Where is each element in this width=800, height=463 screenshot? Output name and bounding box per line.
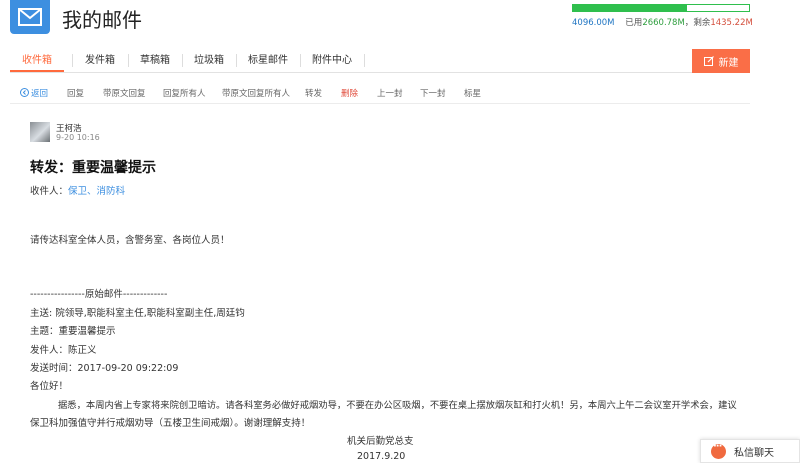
back-label: 返回 xyxy=(31,89,49,99)
tab-trash[interactable]: 垃圾箱 xyxy=(182,49,236,72)
tab-outbox[interactable]: 发件箱 xyxy=(72,49,128,72)
sender-avatar xyxy=(30,122,50,142)
quota-used-label: 已用 xyxy=(625,18,643,28)
quota-left-value: 1435.22M xyxy=(710,18,753,28)
reply-button[interactable]: 回复 xyxy=(67,87,84,99)
storage-quota: 4096.00M 已用2660.78M，剩余1435.22M xyxy=(572,4,753,28)
quota-left-label: 剩余 xyxy=(693,18,711,28)
sent-time: 9-20 10:16 xyxy=(56,133,100,142)
back-arrow-icon xyxy=(20,88,29,97)
tab-inbox[interactable]: 收件箱 xyxy=(10,49,64,72)
envelope-icon xyxy=(18,8,42,26)
app-title: 我的邮件 xyxy=(62,8,142,32)
quota-used-value: 2660.78M xyxy=(642,18,685,28)
quota-bar xyxy=(572,4,750,12)
reply-all-with-original-button[interactable]: 带原文回复所有人 xyxy=(222,87,290,99)
prev-mail-button[interactable]: 上一封 xyxy=(377,87,403,99)
chat-bubble-icon xyxy=(711,441,726,459)
compose-icon xyxy=(703,56,714,66)
private-chat-button[interactable]: 私信聊天 xyxy=(700,439,800,463)
star-button[interactable]: 标星 xyxy=(464,87,481,99)
new-mail-button[interactable]: 新建 xyxy=(692,49,750,73)
body-line: 据悉，本周内省上专家将来院创卫暗访。请各科室务必做好戒烟劝导，不要在办公区吸烟，… xyxy=(58,400,737,411)
tab-divider xyxy=(364,54,365,67)
body-line: 2017.9.20 xyxy=(357,451,406,462)
body-line: 保卫科加强值守并行戒烟劝导（五楼卫生间戒烟）。谢谢理解支持！ xyxy=(30,418,311,429)
body-line: 发件人：陈正义 xyxy=(30,345,97,356)
body-line: 请传达科室全体人员，含警务室、各岗位人员！ xyxy=(30,235,230,246)
reply-all-button[interactable]: 回复所有人 xyxy=(163,87,206,99)
body-line: 主送: 院领导,职能科室主任,职能科室副主任,周廷钧 xyxy=(30,308,245,319)
quota-total: 4096.00M xyxy=(572,18,615,28)
next-mail-button[interactable]: 下一封 xyxy=(420,87,446,99)
mail-subject: 转发：重要温馨提示 xyxy=(30,160,156,176)
recipients-value[interactable]: 保卫、消防科 xyxy=(68,186,125,197)
message-toolbar: 返回 回复 带原文回复 回复所有人 带原文回复所有人 转发 删除 上一封 下一封… xyxy=(10,84,750,104)
body-line: ----------------原始邮件------------- xyxy=(30,289,168,300)
tab-attachments[interactable]: 附件中心 xyxy=(300,49,364,72)
reply-with-original-button[interactable]: 带原文回复 xyxy=(103,87,146,99)
recipients-line: 收件人：保卫、消防科 xyxy=(30,183,125,197)
mail-logo xyxy=(10,0,50,34)
body-line: 发送时间：2017-09-20 09:22:09 xyxy=(30,363,179,374)
tab-drafts[interactable]: 草稿箱 xyxy=(128,49,182,72)
tab-starred[interactable]: 标星邮件 xyxy=(236,49,300,72)
recipients-label: 收件人： xyxy=(30,186,69,197)
back-button[interactable]: 返回 xyxy=(20,87,48,99)
body-line: 各位好！ xyxy=(30,381,69,392)
delete-button[interactable]: 删除 xyxy=(341,87,358,99)
quota-fill xyxy=(573,5,688,11)
mailbox-tabs: 收件箱 发件箱 草稿箱 垃圾箱 标星邮件 附件中心 xyxy=(10,49,750,73)
chat-label: 私信聊天 xyxy=(734,447,774,459)
body-line: 机关后勤党总支 xyxy=(347,436,414,447)
new-mail-label: 新建 xyxy=(718,57,739,69)
forward-button[interactable]: 转发 xyxy=(305,87,322,99)
quota-text: 4096.00M 已用2660.78M，剩余1435.22M xyxy=(572,16,753,28)
body-line: 主题：重要温馨提示 xyxy=(30,326,116,337)
